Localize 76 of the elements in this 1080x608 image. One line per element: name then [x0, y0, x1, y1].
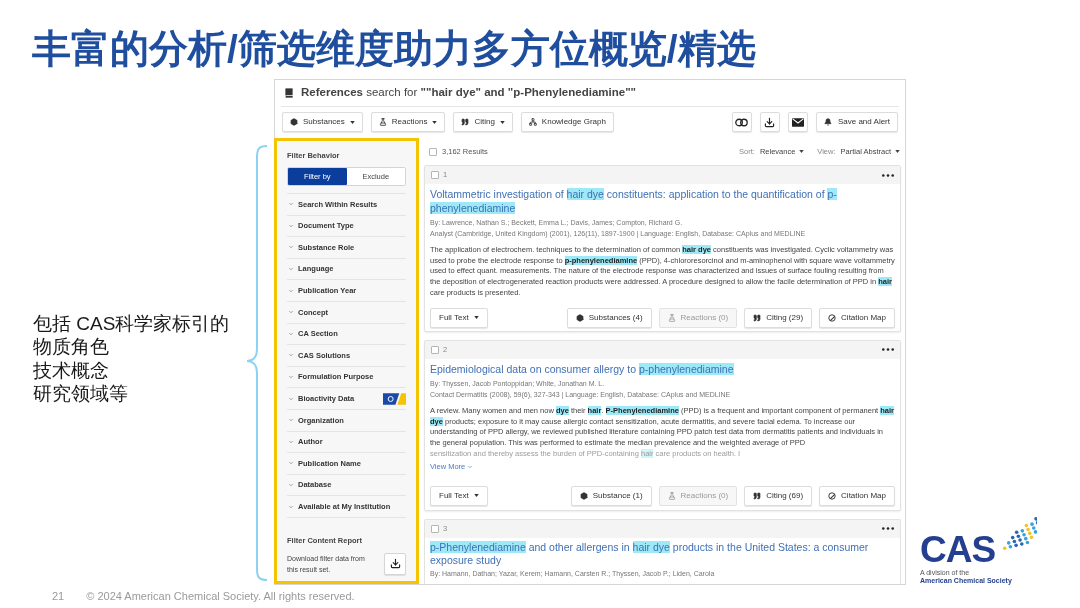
caret-icon: [349, 120, 355, 124]
chevron-down-icon: [467, 463, 474, 470]
logo-wordmark: CAS: [920, 534, 996, 566]
chevron-down-icon: [288, 395, 294, 402]
bell-icon: [823, 118, 832, 126]
hexagon-icon: [290, 118, 298, 126]
chevron-down-icon: [288, 460, 294, 467]
download-icon: [764, 116, 776, 128]
chevron-down-icon: [288, 330, 294, 337]
chevron-down-icon: [288, 417, 294, 424]
caret-icon: [473, 316, 479, 319]
save-alert-button[interactable]: Save and Alert: [815, 112, 898, 132]
note-line: 物质角色: [33, 335, 109, 359]
caret-icon: [895, 150, 900, 153]
result-title-link[interactable]: p-Phenylenediamine and other allergens in hair dye products in the United States: a consumer exposure study: [430, 540, 895, 568]
flask-icon: [667, 313, 676, 322]
hexagon-icon: [579, 491, 588, 500]
substances-button[interactable]: Substances: [282, 112, 363, 132]
note-line: 技术概念: [33, 358, 109, 382]
caret-icon: [799, 150, 805, 153]
flask-icon: [667, 491, 676, 500]
result-title-link[interactable]: Epidemiological data on consumer allergy to p-phenylenediamine: [430, 362, 895, 376]
checkbox[interactable]: [431, 171, 439, 179]
download-button[interactable]: [759, 112, 780, 132]
checkbox[interactable]: [431, 345, 439, 354]
chevron-down-icon: [288, 266, 294, 273]
circle-slash-icon: [828, 313, 837, 322]
hexagon-icon: [575, 313, 584, 322]
substances-button[interactable]: Substance (1): [570, 485, 652, 506]
note-line: 包括 CAS科学家标引的: [33, 312, 230, 336]
quote-icon: [753, 491, 762, 500]
slide-title: 丰富的分析/筛选维度助力多方位概览/精选: [32, 26, 756, 72]
knowledge-graph-button[interactable]: Knowledge Graph: [520, 112, 614, 132]
chevron-down-icon: [288, 222, 294, 229]
reactions-button[interactable]: Reactions: [370, 112, 446, 132]
substances-button[interactable]: Substances (4): [566, 307, 652, 328]
chevron-down-icon: [288, 482, 294, 488]
overlapping-circles-icon: [735, 117, 749, 127]
chevron-down-icon: [288, 201, 294, 208]
ellipsis-icon[interactable]: [882, 173, 894, 177]
citing-button[interactable]: Citing (69): [744, 485, 813, 506]
page-number: 21: [52, 589, 65, 605]
search-heading: References search for ""hair dye" and "p-Phenylenediamine"": [301, 85, 637, 101]
note-line: 研究领域等: [33, 381, 128, 406]
chevron-down-icon: [288, 287, 294, 294]
caret-icon: [499, 120, 505, 124]
mail-icon: [791, 117, 804, 127]
chevron-down-icon: [288, 438, 294, 445]
book-icon: [283, 87, 295, 99]
citing-button[interactable]: Citing: [453, 112, 513, 132]
citation-map-button[interactable]: Citation Map: [819, 485, 895, 506]
chevron-down-icon: [288, 374, 294, 381]
download-icon: [389, 558, 401, 570]
citation-map-button[interactable]: Citation Map: [819, 307, 895, 328]
combine-button[interactable]: [731, 112, 752, 132]
download-button[interactable]: [384, 552, 406, 575]
caret-icon: [473, 494, 479, 498]
network-icon: [528, 118, 537, 126]
checkbox[interactable]: [429, 147, 437, 156]
ellipsis-icon[interactable]: [882, 527, 894, 531]
full-text-button[interactable]: Full Text: [430, 485, 488, 506]
copyright-text: © 2024 American Chemical Society. All rights reserved.: [86, 589, 355, 605]
chevron-down-icon: [288, 503, 294, 510]
ellipsis-icon[interactable]: [882, 348, 894, 351]
checkbox[interactable]: [431, 524, 439, 533]
caret-icon: [432, 120, 438, 124]
chevron-down-icon: [288, 244, 294, 251]
email-button[interactable]: [787, 112, 808, 132]
full-text-button[interactable]: Full Text: [430, 307, 488, 328]
flask-icon: [378, 118, 387, 126]
chevron-down-icon: [288, 352, 294, 359]
quote-icon: [461, 118, 470, 126]
quote-icon: [753, 313, 762, 322]
chevron-down-icon: [288, 309, 294, 316]
circle-slash-icon: [828, 491, 837, 500]
citing-button[interactable]: Citing (29): [744, 307, 813, 328]
